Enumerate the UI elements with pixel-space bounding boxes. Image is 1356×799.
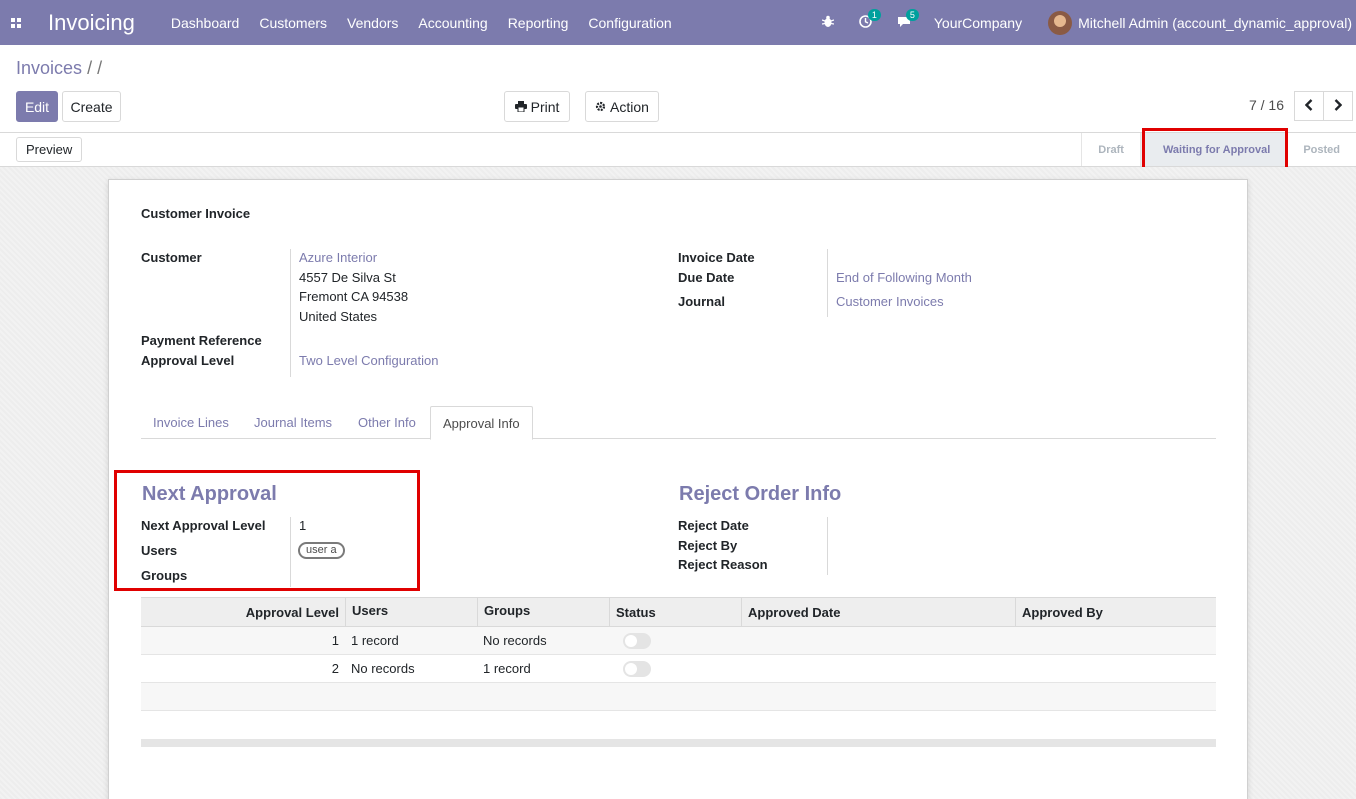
cell-groups[interactable]: No records bbox=[483, 627, 547, 654]
table-footer bbox=[141, 739, 1216, 747]
gear-icon bbox=[595, 99, 606, 115]
table-empty-row bbox=[141, 683, 1216, 711]
journal-link[interactable]: Customer Invoices bbox=[836, 294, 944, 309]
preview-button[interactable]: Preview bbox=[16, 137, 83, 162]
chevron-right-icon bbox=[1334, 98, 1343, 115]
reject-by-label: Reject By bbox=[678, 538, 738, 553]
stage-draft[interactable]: Draft bbox=[1081, 133, 1140, 166]
edit-button[interactable]: Edit bbox=[16, 91, 58, 122]
due-date-label: Due Date bbox=[678, 270, 735, 285]
address-line-3: United States bbox=[299, 309, 378, 324]
user-menu[interactable]: Mitchell Admin (account_dynamic_approval… bbox=[1078, 15, 1352, 31]
status-toggle[interactable] bbox=[623, 655, 651, 682]
table-row[interactable]: 1 1 record No records bbox=[141, 627, 1216, 655]
print-icon bbox=[514, 99, 527, 115]
field-divider-left bbox=[290, 249, 291, 377]
reject-date-label: Reject Date bbox=[678, 518, 749, 533]
approval-lines-table: Approval Level Users Groups Status Appro… bbox=[141, 597, 1216, 747]
field-divider-right bbox=[827, 249, 828, 317]
column-status[interactable]: Status bbox=[609, 598, 741, 627]
menu-customers[interactable]: Customers bbox=[259, 15, 327, 31]
control-panel: Invoices / / Edit Create Print Action 7 … bbox=[0, 45, 1356, 133]
column-approved-date[interactable]: Approved Date bbox=[741, 598, 1015, 627]
address-line-2: Fremont CA 94538 bbox=[299, 289, 409, 304]
top-navbar: Invoicing Dashboard Customers Vendors Ac… bbox=[0, 0, 1356, 45]
action-label: Action bbox=[610, 98, 649, 115]
reject-info-title: Reject Order Info bbox=[679, 483, 842, 505]
avatar[interactable] bbox=[1048, 10, 1073, 35]
print-label: Print bbox=[530, 98, 560, 115]
cell-level: 2 bbox=[331, 661, 339, 676]
apps-menu-icon[interactable] bbox=[0, 0, 32, 45]
reject-info-divider bbox=[827, 517, 828, 575]
breadcrumb: Invoices / / bbox=[16, 58, 102, 79]
form-tabs: Invoice Lines Journal Items Other Info A… bbox=[141, 406, 1216, 440]
action-button[interactable]: Action bbox=[585, 91, 659, 122]
column-users[interactable]: Users bbox=[345, 598, 477, 627]
table-row[interactable]: 2 No records 1 record bbox=[141, 655, 1216, 683]
approval-level-label: Approval Level bbox=[141, 353, 235, 368]
journal-label: Journal bbox=[678, 294, 725, 309]
create-button[interactable]: Create bbox=[62, 91, 121, 122]
column-approval-level[interactable]: Approval Level bbox=[141, 598, 345, 627]
chevron-left-icon bbox=[1304, 98, 1313, 115]
cell-users[interactable]: 1 record bbox=[351, 627, 399, 654]
menu-dashboard[interactable]: Dashboard bbox=[171, 15, 240, 31]
breadcrumb-invoices[interactable]: Invoices bbox=[16, 58, 82, 78]
activity-count-badge: 1 bbox=[867, 8, 881, 21]
status-toggle[interactable] bbox=[623, 627, 651, 654]
tab-other-info[interactable]: Other Info bbox=[346, 406, 428, 439]
cell-groups[interactable]: 1 record bbox=[483, 655, 531, 682]
activity-clock-icon[interactable]: 1 bbox=[858, 8, 881, 31]
menu-vendors[interactable]: Vendors bbox=[347, 15, 398, 31]
invoice-type-title: Customer Invoice bbox=[141, 206, 251, 221]
pager-value[interactable]: 7 / 16 bbox=[1249, 97, 1284, 113]
tab-journal-items[interactable]: Journal Items bbox=[242, 406, 344, 439]
column-approved-by[interactable]: Approved By bbox=[1015, 598, 1216, 627]
approval-level-link[interactable]: Two Level Configuration bbox=[299, 353, 438, 368]
cell-users[interactable]: No records bbox=[351, 655, 415, 682]
annotation-highlight-next-approval bbox=[114, 470, 420, 591]
bug-icon[interactable] bbox=[820, 15, 836, 31]
stage-posted[interactable]: Posted bbox=[1286, 133, 1356, 166]
customer-label: Customer bbox=[141, 250, 202, 265]
tab-invoice-lines[interactable]: Invoice Lines bbox=[141, 406, 241, 439]
column-groups[interactable]: Groups bbox=[477, 598, 609, 627]
messages-count-badge: 5 bbox=[905, 8, 919, 21]
pager-previous-button[interactable] bbox=[1294, 91, 1324, 121]
print-button[interactable]: Print bbox=[504, 91, 570, 122]
menu-accounting[interactable]: Accounting bbox=[418, 15, 487, 31]
customer-link[interactable]: Azure Interior bbox=[299, 250, 377, 265]
table-header: Approval Level Users Groups Status Appro… bbox=[141, 597, 1216, 627]
cell-level: 1 bbox=[331, 633, 339, 648]
due-date-link[interactable]: End of Following Month bbox=[836, 270, 972, 285]
tab-approval-info[interactable]: Approval Info bbox=[430, 406, 533, 440]
payment-reference-label: Payment Reference bbox=[141, 333, 262, 348]
app-title[interactable]: Invoicing bbox=[48, 10, 135, 36]
invoice-date-label: Invoice Date bbox=[678, 250, 755, 265]
breadcrumb-separator: / / bbox=[87, 58, 103, 78]
address-line-1: 4557 De Silva St bbox=[299, 270, 396, 285]
messages-icon[interactable]: 5 bbox=[896, 8, 919, 31]
reject-reason-label: Reject Reason bbox=[678, 557, 768, 572]
company-switcher[interactable]: YourCompany bbox=[934, 15, 1022, 31]
menu-configuration[interactable]: Configuration bbox=[588, 15, 671, 31]
pager-next-button[interactable] bbox=[1323, 91, 1353, 121]
menu-reporting[interactable]: Reporting bbox=[508, 15, 569, 31]
